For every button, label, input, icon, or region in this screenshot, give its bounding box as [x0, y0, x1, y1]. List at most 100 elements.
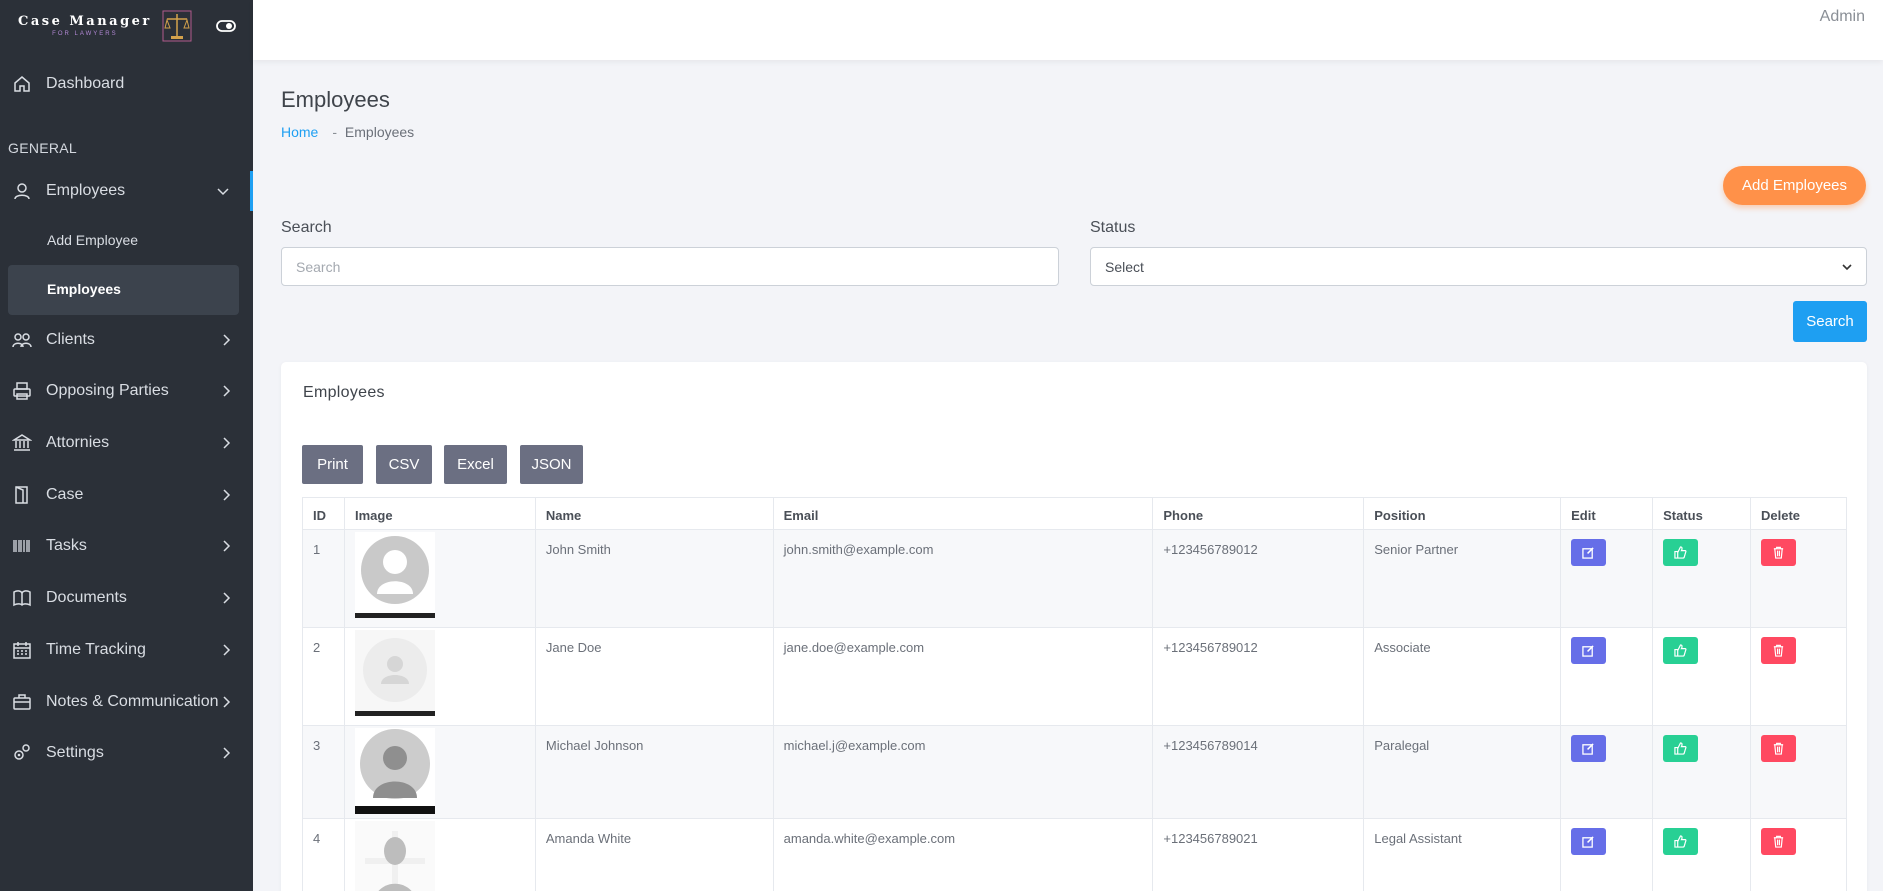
chevron-right-icon — [223, 696, 231, 708]
sidebar-item-notes-communication[interactable]: Notes & Communication — [0, 682, 253, 722]
edit-button[interactable] — [1571, 637, 1607, 664]
cell-name: John Smith — [534, 529, 774, 628]
thumbs-up-icon — [1674, 742, 1687, 755]
thumbs-up-icon — [1674, 644, 1687, 657]
sidebar-item-label: Clients — [46, 331, 95, 348]
scales-logo-icon — [162, 10, 192, 42]
cell-delete — [1750, 818, 1847, 891]
users-icon — [12, 330, 32, 350]
sidebar-item-clients[interactable]: Clients — [0, 320, 253, 360]
cell-email: john.smith@example.com — [772, 529, 1154, 628]
column-header-edit[interactable]: Edit — [1560, 497, 1654, 530]
edit-button[interactable] — [1571, 735, 1607, 762]
sidebar-item-label: Notes & Communication — [46, 693, 219, 710]
edit-icon — [1582, 836, 1594, 848]
cell-name: Jane Doe — [534, 627, 774, 726]
sidebar-subitem-add-employee[interactable]: Add Employee — [47, 232, 138, 248]
thumbs-up-icon — [1674, 546, 1687, 559]
delete-button[interactable] — [1761, 735, 1796, 762]
printer-icon — [12, 381, 32, 401]
search-input[interactable]: Search — [281, 247, 1059, 286]
thumbs-up-icon — [1674, 835, 1687, 848]
cell-phone: +123456789012 — [1152, 627, 1365, 726]
delete-button[interactable] — [1761, 539, 1796, 566]
sidebar-item-label: Attornies — [46, 434, 110, 451]
csv-button[interactable]: CSV — [376, 445, 432, 484]
user-menu[interactable]: Admin — [1820, 8, 1865, 26]
column-header-position[interactable]: Position — [1363, 497, 1562, 530]
column-header-phone[interactable]: Phone — [1152, 497, 1365, 530]
sidebar-item-settings[interactable]: Settings — [0, 733, 253, 773]
cell-image — [343, 627, 536, 726]
toggle-icon[interactable] — [215, 19, 236, 33]
breadcrumb: Home - Employees — [281, 124, 414, 140]
trash-icon — [1773, 546, 1784, 559]
cell-edit — [1560, 818, 1654, 891]
sidebar-item-attornies[interactable]: Attornies — [0, 423, 253, 463]
breadcrumb-separator: - — [332, 124, 338, 140]
avatar — [354, 821, 435, 891]
employees-card: Employees Print CSV Excel JSON ID Image … — [281, 362, 1867, 891]
delete-button[interactable] — [1761, 637, 1796, 664]
cell-id: 1 — [302, 529, 345, 628]
sidebar-item-case[interactable]: Case — [0, 475, 253, 515]
status-toggle-button[interactable] — [1663, 735, 1699, 762]
sidebar-item-employees[interactable]: Employees — [0, 171, 253, 211]
sidebar-item-dashboard[interactable]: Dashboard — [0, 64, 253, 104]
column-header-delete[interactable]: Delete — [1750, 497, 1847, 530]
status-toggle-button[interactable] — [1663, 637, 1699, 664]
cell-status — [1652, 725, 1751, 819]
add-employees-button[interactable]: Add Employees — [1723, 166, 1866, 205]
json-button[interactable]: JSON — [520, 445, 583, 484]
brand-logo-text: Case Manager FOR LAWYERS — [18, 15, 152, 37]
status-toggle-button[interactable] — [1663, 828, 1699, 855]
breadcrumb-home-link[interactable]: Home — [281, 124, 318, 140]
search-button[interactable]: Search — [1793, 301, 1867, 342]
column-header-email[interactable]: Email — [772, 497, 1154, 530]
cell-delete — [1750, 627, 1847, 726]
sidebar-item-label: Case — [46, 486, 84, 503]
edit-button[interactable] — [1571, 828, 1607, 855]
column-header-status[interactable]: Status — [1652, 497, 1751, 530]
status-select-value: Select — [1105, 258, 1144, 275]
cell-image — [343, 818, 536, 891]
sidebar-item-documents[interactable]: Documents — [0, 578, 253, 618]
column-header-image[interactable]: Image — [343, 497, 536, 530]
chevron-right-icon — [223, 489, 231, 501]
brand-title: Case Manager — [18, 14, 152, 29]
cell-status — [1652, 818, 1751, 891]
bank-icon — [12, 433, 32, 453]
avatar — [354, 532, 435, 618]
chevron-right-icon — [223, 747, 231, 759]
sidebar-section-general: GENERAL — [8, 140, 78, 156]
column-header-id[interactable]: ID — [302, 497, 345, 530]
print-button[interactable]: Print — [302, 445, 363, 484]
cell-edit — [1560, 529, 1654, 628]
status-toggle-button[interactable] — [1663, 539, 1699, 566]
sidebar-item-time-tracking[interactable]: Time Tracking — [0, 630, 253, 670]
door-icon — [12, 485, 32, 505]
cell-edit — [1560, 725, 1654, 819]
edit-button[interactable] — [1571, 539, 1607, 566]
excel-button[interactable]: Excel — [444, 445, 507, 484]
chevron-right-icon — [223, 334, 231, 346]
sidebar: Case Manager FOR LAWYERS Dashboard GENER… — [0, 0, 253, 891]
sidebar-item-label: Tasks — [46, 537, 87, 554]
table-row: 4 Amanda White amanda.white@example.com +12… — [302, 818, 1847, 891]
sidebar-subitem-employees[interactable]: Employees — [8, 265, 239, 315]
breadcrumb-current: Employees — [344, 124, 415, 140]
column-header-name[interactable]: Name — [534, 497, 774, 530]
briefcase-icon — [12, 692, 32, 712]
sidebar-item-label: Time Tracking — [46, 641, 146, 658]
sidebar-item-opposing-parties[interactable]: Opposing Parties — [0, 371, 253, 411]
cell-email: michael.j@example.com — [772, 725, 1154, 819]
status-select[interactable]: Select — [1090, 247, 1867, 286]
sidebar-item-tasks[interactable]: Tasks — [0, 526, 253, 566]
delete-button[interactable] — [1761, 828, 1796, 855]
table-row: 2 Jane Doe jane.doe@example.com +1234567890… — [302, 627, 1847, 726]
employees-table: ID Image Name Email Phone Position Edit … — [302, 497, 1847, 891]
sidebar-subitem-label: Employees — [47, 281, 121, 297]
brand[interactable]: Case Manager FOR LAWYERS — [0, 0, 253, 52]
gears-icon — [12, 743, 32, 763]
cell-image — [343, 725, 536, 819]
